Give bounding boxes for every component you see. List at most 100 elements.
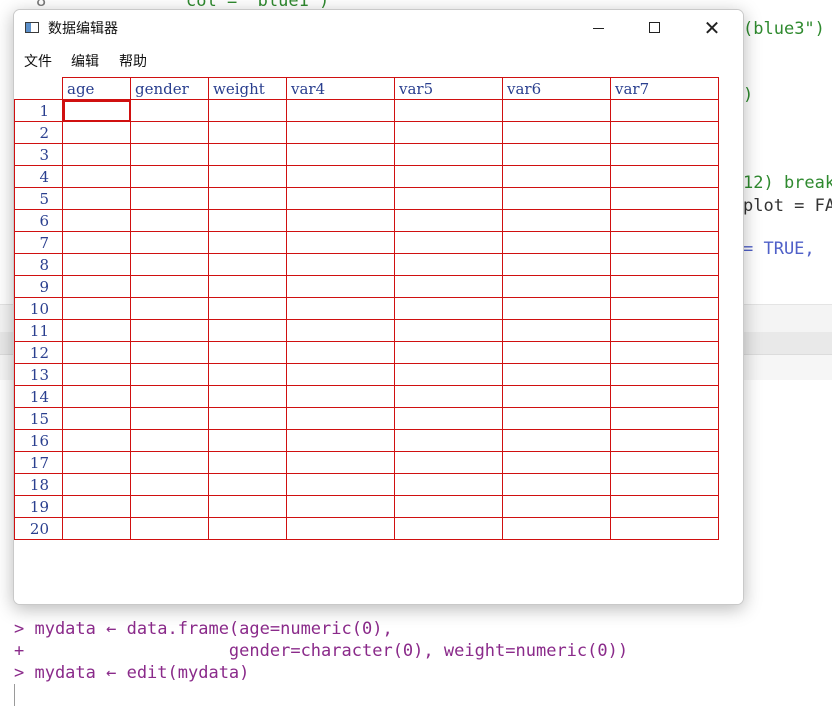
grid-cell[interactable]	[286, 187, 395, 210]
grid-cell[interactable]	[208, 99, 287, 122]
column-header-var5[interactable]: var5	[394, 77, 503, 100]
grid-cell[interactable]	[130, 495, 209, 518]
grid-cell[interactable]	[394, 143, 503, 166]
grid-cell[interactable]	[130, 231, 209, 254]
column-header-var4[interactable]: var4	[286, 77, 395, 100]
grid-cell[interactable]	[286, 385, 395, 408]
row-number[interactable]: 17	[14, 451, 63, 474]
grid-cell[interactable]	[62, 473, 131, 496]
row-number[interactable]: 16	[14, 429, 63, 452]
grid-cell[interactable]	[502, 495, 611, 518]
column-header-age[interactable]: age	[62, 77, 131, 100]
row-number[interactable]: 11	[14, 319, 63, 342]
grid-cell[interactable]	[62, 187, 131, 210]
grid-cell[interactable]	[610, 363, 719, 386]
column-header-gender[interactable]: gender	[130, 77, 209, 100]
grid-cell[interactable]	[502, 451, 611, 474]
row-number[interactable]: 6	[14, 209, 63, 232]
grid-cell[interactable]	[610, 517, 719, 540]
grid-cell[interactable]	[610, 385, 719, 408]
grid-cell[interactable]	[62, 143, 131, 166]
grid-cell[interactable]	[610, 143, 719, 166]
grid-cell[interactable]	[394, 231, 503, 254]
grid-cell[interactable]	[394, 165, 503, 188]
grid-cell[interactable]	[394, 363, 503, 386]
grid-cell[interactable]	[208, 473, 287, 496]
menu-help[interactable]: 帮助	[119, 51, 147, 71]
grid-cell[interactable]	[208, 319, 287, 342]
grid-cell[interactable]	[130, 297, 209, 320]
grid-cell[interactable]	[502, 253, 611, 276]
grid-cell[interactable]	[394, 99, 503, 122]
row-number[interactable]: 15	[14, 407, 63, 430]
grid-cell[interactable]	[610, 165, 719, 188]
grid-cell[interactable]	[130, 275, 209, 298]
grid-cell[interactable]	[130, 363, 209, 386]
row-number[interactable]: 7	[14, 231, 63, 254]
grid-cell[interactable]	[394, 473, 503, 496]
grid-cell[interactable]	[502, 363, 611, 386]
row-number[interactable]: 2	[14, 121, 63, 144]
grid-cell[interactable]	[610, 341, 719, 364]
grid-cell[interactable]	[286, 253, 395, 276]
grid-cell[interactable]	[610, 429, 719, 452]
grid-cell[interactable]	[62, 363, 131, 386]
grid-cell[interactable]	[610, 297, 719, 320]
grid-cell[interactable]	[62, 517, 131, 540]
grid-cell[interactable]	[130, 253, 209, 276]
row-number[interactable]: 19	[14, 495, 63, 518]
grid-cell[interactable]	[62, 165, 131, 188]
grid-cell[interactable]	[394, 385, 503, 408]
grid-cell[interactable]	[610, 275, 719, 298]
grid-cell[interactable]	[286, 143, 395, 166]
grid-cell[interactable]	[502, 231, 611, 254]
grid-cell[interactable]	[208, 275, 287, 298]
grid-cell[interactable]	[62, 209, 131, 232]
grid-cell[interactable]	[286, 473, 395, 496]
grid-cell[interactable]	[394, 517, 503, 540]
grid-cell[interactable]	[610, 231, 719, 254]
grid-cell[interactable]	[286, 209, 395, 232]
grid-cell[interactable]	[62, 385, 131, 408]
grid-cell[interactable]	[62, 451, 131, 474]
grid-cell[interactable]	[502, 121, 611, 144]
menu-file[interactable]: 文件	[24, 51, 52, 71]
grid-cell[interactable]	[62, 341, 131, 364]
grid-cell[interactable]	[62, 231, 131, 254]
close-button[interactable]: ✕	[689, 10, 735, 46]
menu-edit[interactable]: 编辑	[71, 51, 99, 71]
grid-cell[interactable]	[286, 297, 395, 320]
grid-cell[interactable]	[394, 451, 503, 474]
grid-cell[interactable]	[130, 121, 209, 144]
row-number[interactable]: 10	[14, 297, 63, 320]
grid-cell[interactable]	[208, 429, 287, 452]
row-number[interactable]: 20	[14, 517, 63, 540]
grid-cell[interactable]	[502, 341, 611, 364]
grid-cell[interactable]	[286, 99, 395, 122]
grid-cell[interactable]	[208, 209, 287, 232]
grid-cell[interactable]	[394, 297, 503, 320]
grid-cell[interactable]	[502, 165, 611, 188]
grid-cell[interactable]	[610, 451, 719, 474]
grid-cell[interactable]	[286, 121, 395, 144]
grid-cell[interactable]	[130, 429, 209, 452]
grid-cell[interactable]	[62, 407, 131, 430]
row-number[interactable]: 8	[14, 253, 63, 276]
grid-cell[interactable]	[286, 231, 395, 254]
grid-cell[interactable]	[62, 253, 131, 276]
grid-cell[interactable]	[208, 143, 287, 166]
maximize-button[interactable]	[631, 10, 677, 46]
grid-cell[interactable]	[286, 429, 395, 452]
grid-cell[interactable]	[502, 275, 611, 298]
grid-cell[interactable]	[130, 143, 209, 166]
grid-cell[interactable]	[502, 209, 611, 232]
grid-cell[interactable]	[394, 187, 503, 210]
row-number[interactable]: 9	[14, 275, 63, 298]
grid-cell[interactable]	[208, 363, 287, 386]
grid-cell[interactable]	[62, 121, 131, 144]
grid-cell[interactable]	[208, 341, 287, 364]
grid-cell[interactable]	[394, 121, 503, 144]
grid-cell[interactable]	[130, 319, 209, 342]
column-header-var6[interactable]: var6	[502, 77, 611, 100]
minimize-button[interactable]	[575, 10, 621, 46]
